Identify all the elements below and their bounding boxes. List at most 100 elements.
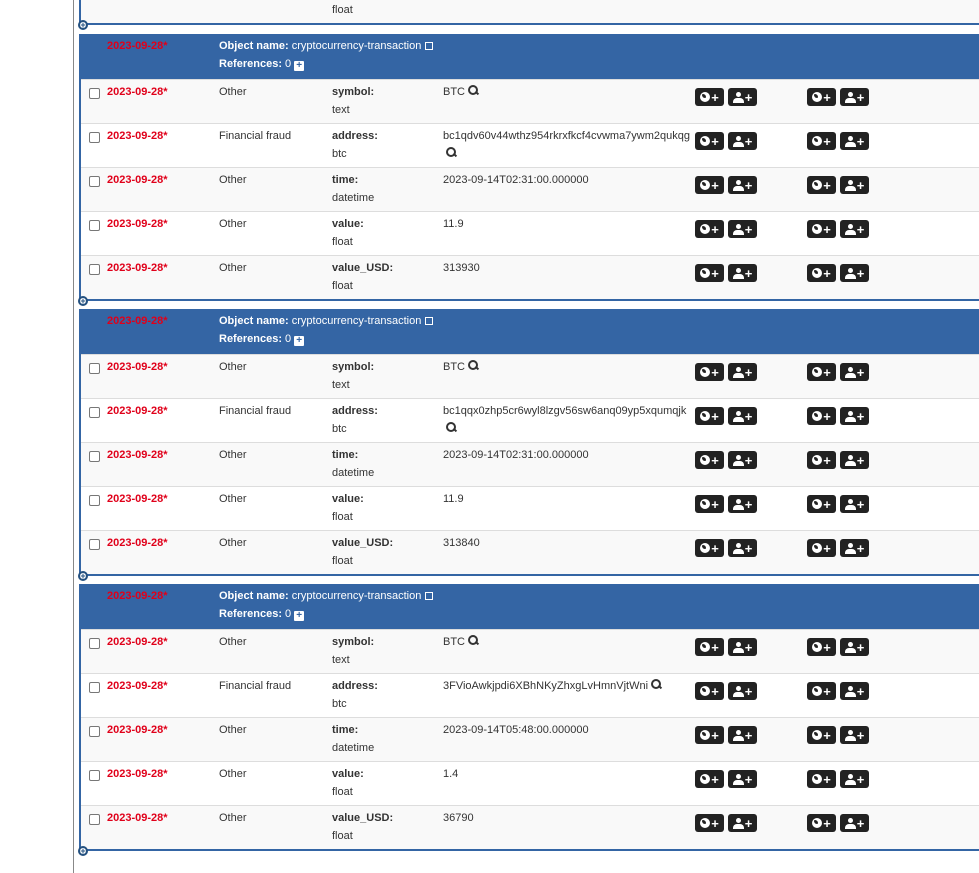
add-global-sighting-button[interactable]: + (807, 220, 836, 238)
add-local-sighting-button[interactable]: + (840, 451, 869, 469)
collapse-object-button[interactable]: + (78, 846, 88, 856)
expand-icon[interactable] (425, 592, 434, 600)
add-global-sighting-button[interactable]: + (807, 814, 836, 832)
search-icon[interactable] (446, 422, 457, 433)
add-global-sighting-button[interactable]: + (695, 638, 724, 656)
add-global-sighting-button[interactable]: + (807, 176, 836, 194)
add-global-sighting-button[interactable]: + (695, 451, 724, 469)
select-checkbox[interactable] (89, 88, 100, 99)
select-checkbox[interactable] (89, 495, 100, 506)
add-local-sighting-button[interactable]: + (840, 264, 869, 282)
add-global-sighting-button[interactable]: + (695, 88, 724, 106)
search-icon[interactable] (446, 147, 457, 158)
select-checkbox[interactable] (89, 132, 100, 143)
add-local-sighting-button[interactable]: + (840, 220, 869, 238)
select-checkbox[interactable] (89, 814, 100, 825)
add-local-sighting-button[interactable]: + (840, 814, 869, 832)
select-checkbox[interactable] (89, 176, 100, 187)
add-global-sighting-button[interactable]: + (695, 264, 724, 282)
add-local-sighting-button[interactable]: + (728, 220, 757, 238)
add-local-sighting-button[interactable]: + (728, 451, 757, 469)
add-local-sighting-button[interactable]: + (728, 264, 757, 282)
add-local-sighting-button[interactable]: + (840, 176, 869, 194)
add-local-sighting-button[interactable]: + (840, 539, 869, 557)
user-icon (844, 817, 856, 829)
add-local-sighting-button[interactable]: + (840, 770, 869, 788)
add-global-sighting-button[interactable]: + (695, 726, 724, 744)
add-global-sighting-button[interactable]: + (807, 770, 836, 788)
attribute-type: float (332, 280, 353, 292)
add-global-sighting-button[interactable]: + (695, 770, 724, 788)
collapse-object-button[interactable]: + (78, 296, 88, 306)
add-local-sighting-button[interactable]: + (728, 726, 757, 744)
search-icon[interactable] (468, 360, 479, 371)
user-icon (732, 498, 744, 510)
add-global-sighting-button[interactable]: + (807, 539, 836, 557)
search-icon[interactable] (468, 85, 479, 96)
add-local-sighting-button[interactable]: + (840, 363, 869, 381)
add-global-sighting-button[interactable]: + (695, 539, 724, 557)
attribute-category: Other (219, 361, 247, 373)
add-global-sighting-button[interactable]: + (807, 407, 836, 425)
select-checkbox[interactable] (89, 726, 100, 737)
collapse-object-button[interactable]: + (78, 571, 88, 581)
add-global-sighting-button[interactable]: + (807, 88, 836, 106)
expand-icon[interactable] (425, 42, 434, 50)
select-checkbox[interactable] (89, 682, 100, 693)
add-reference-icon[interactable]: + (294, 61, 305, 71)
add-global-sighting-button[interactable]: + (695, 814, 724, 832)
add-local-sighting-button[interactable]: + (840, 726, 869, 744)
select-checkbox[interactable] (89, 220, 100, 231)
add-global-sighting-button[interactable]: + (807, 682, 836, 700)
attribute-value: BTC (443, 633, 693, 651)
add-local-sighting-button[interactable]: + (728, 176, 757, 194)
add-global-sighting-button[interactable]: + (695, 363, 724, 381)
add-local-sighting-button[interactable]: + (728, 539, 757, 557)
add-local-sighting-button[interactable]: + (840, 407, 869, 425)
collapse-object-button[interactable]: + (78, 20, 88, 30)
select-checkbox[interactable] (89, 451, 100, 462)
add-local-sighting-button[interactable]: + (840, 88, 869, 106)
expand-icon[interactable] (425, 317, 434, 325)
add-local-sighting-button[interactable]: + (728, 363, 757, 381)
select-checkbox[interactable] (89, 407, 100, 418)
add-local-sighting-button[interactable]: + (728, 407, 757, 425)
add-local-sighting-button[interactable]: + (728, 770, 757, 788)
add-global-sighting-button[interactable]: + (695, 176, 724, 194)
select-checkbox[interactable] (89, 264, 100, 275)
select-checkbox[interactable] (89, 770, 100, 781)
search-icon[interactable] (468, 635, 479, 646)
add-local-sighting-button[interactable]: + (728, 132, 757, 150)
add-global-sighting-button[interactable]: + (807, 495, 836, 513)
add-local-sighting-button[interactable]: + (728, 814, 757, 832)
add-local-sighting-button[interactable]: + (728, 88, 757, 106)
add-global-sighting-button[interactable]: + (695, 682, 724, 700)
add-global-sighting-button[interactable]: + (695, 495, 724, 513)
select-checkbox[interactable] (89, 539, 100, 550)
add-global-sighting-button[interactable]: + (807, 132, 836, 150)
add-local-sighting-button[interactable]: + (728, 638, 757, 656)
add-global-sighting-button[interactable]: + (807, 363, 836, 381)
add-local-sighting-button[interactable]: + (840, 682, 869, 700)
sighting-buttons-secondary: + + (807, 407, 869, 425)
add-global-sighting-button[interactable]: + (695, 220, 724, 238)
user-icon (844, 641, 856, 653)
select-checkbox[interactable] (89, 363, 100, 374)
add-global-sighting-button[interactable]: + (807, 264, 836, 282)
add-local-sighting-button[interactable]: + (728, 495, 757, 513)
add-local-sighting-button[interactable]: + (840, 132, 869, 150)
search-icon[interactable] (651, 679, 662, 690)
add-local-sighting-button[interactable]: + (840, 495, 869, 513)
add-local-sighting-button[interactable]: + (728, 682, 757, 700)
add-global-sighting-button[interactable]: + (807, 726, 836, 744)
add-global-sighting-button[interactable]: + (695, 407, 724, 425)
add-global-sighting-button[interactable]: + (807, 638, 836, 656)
add-reference-icon[interactable]: + (294, 336, 305, 346)
select-checkbox[interactable] (89, 638, 100, 649)
add-global-sighting-button[interactable]: + (695, 132, 724, 150)
add-global-sighting-button[interactable]: + (807, 451, 836, 469)
attribute-date: 2023-09-28* (107, 537, 168, 549)
add-local-sighting-button[interactable]: + (840, 638, 869, 656)
add-reference-icon[interactable]: + (294, 611, 305, 621)
globe-icon (700, 774, 711, 784)
